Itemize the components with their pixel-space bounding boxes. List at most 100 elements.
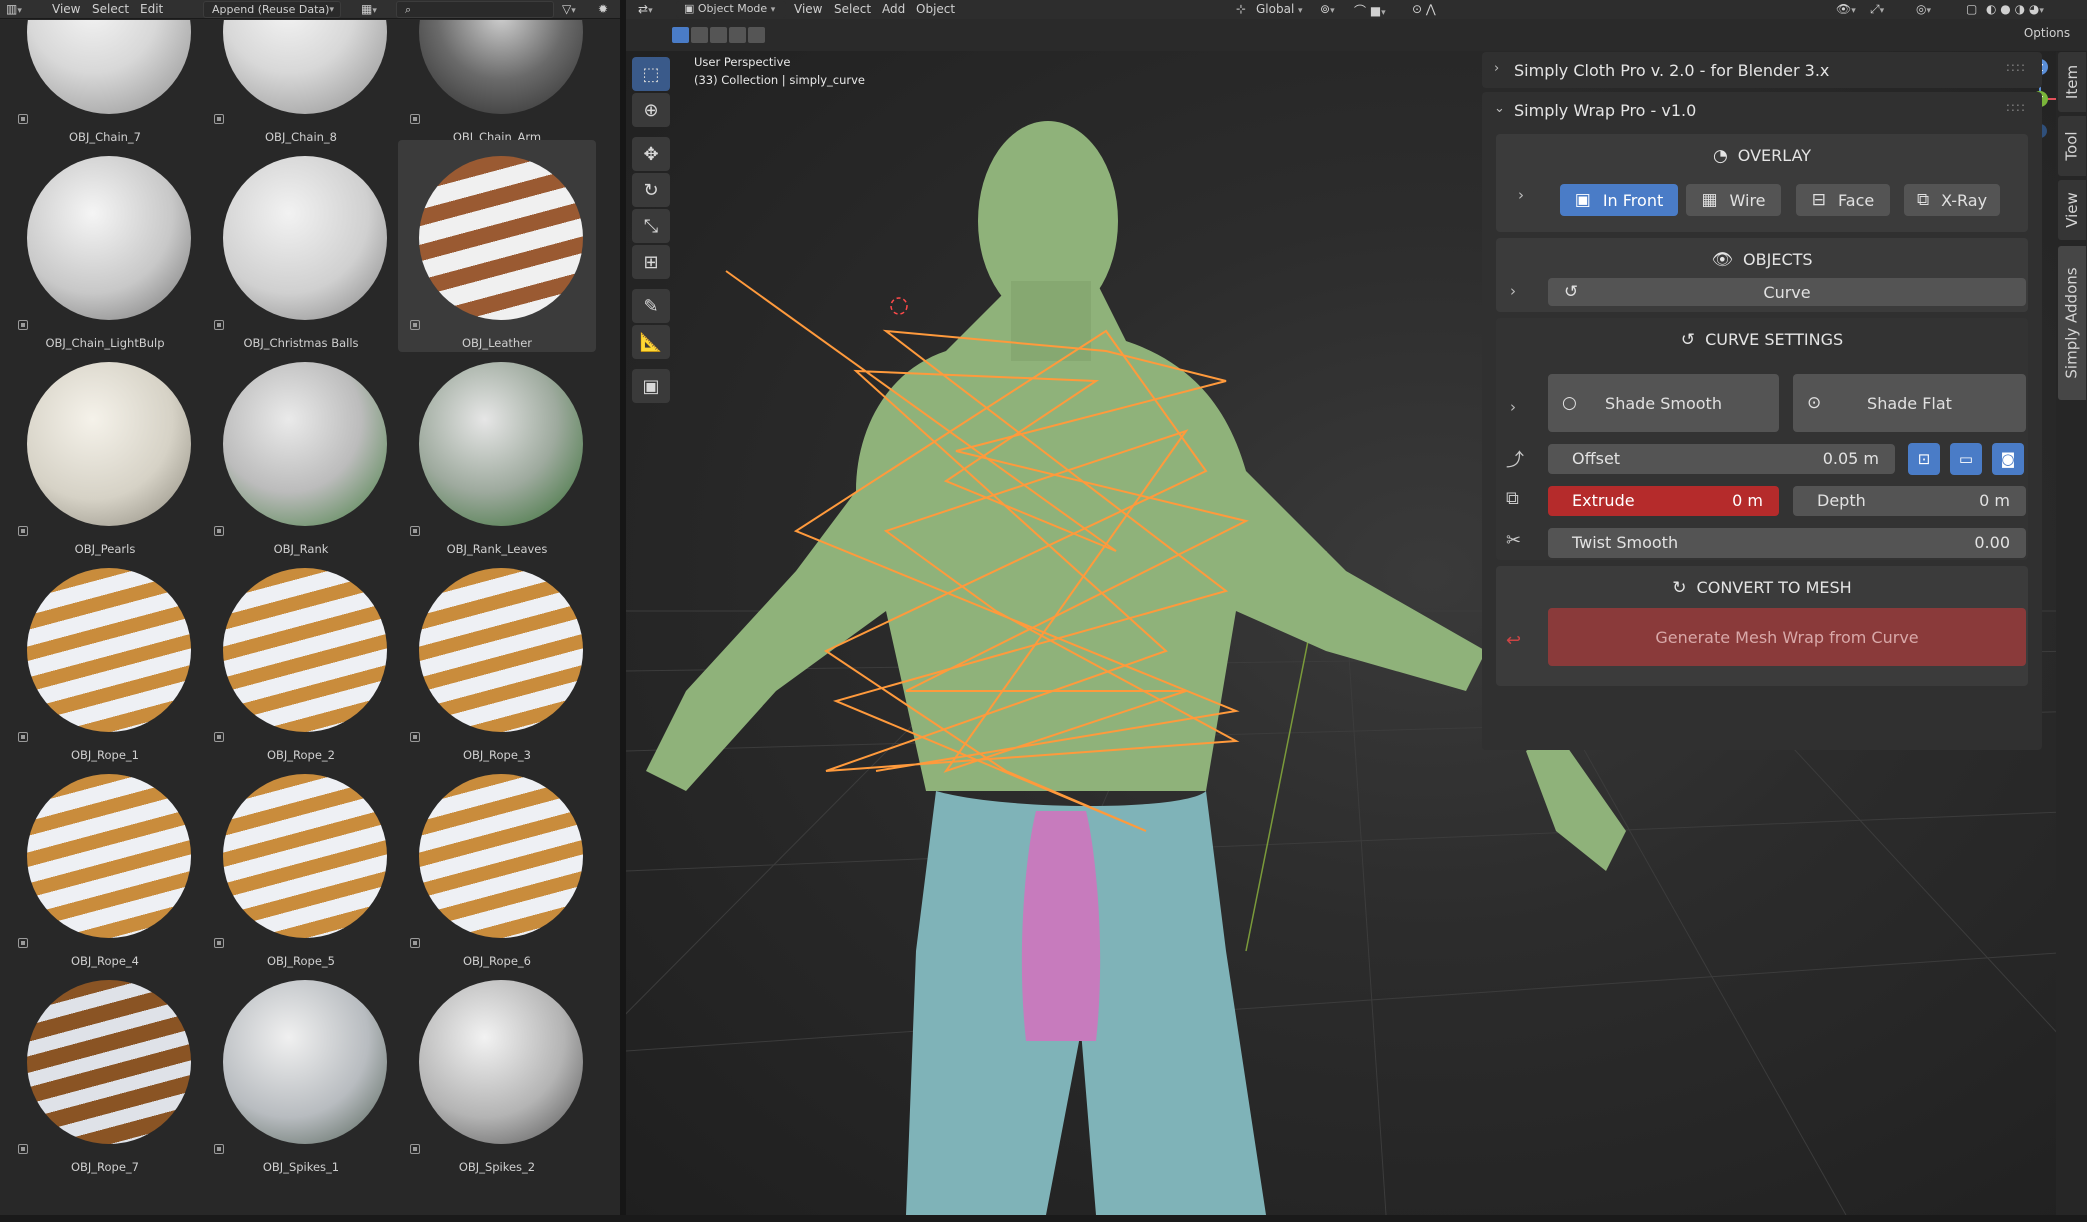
select-new-icon[interactable] <box>672 27 689 43</box>
chevron-right-icon[interactable]: › <box>1518 186 1524 204</box>
object-type-icon <box>410 526 420 536</box>
search-input[interactable]: ⌕ <box>396 1 554 18</box>
display-mode-icon[interactable]: ▦▾ <box>361 2 377 16</box>
asset-tile[interactable]: OBJ_Spikes_1 <box>202 964 400 1176</box>
chevron-right-icon[interactable]: › <box>1510 282 1516 300</box>
asset-tile[interactable]: OBJ_Rank <box>202 346 400 558</box>
depth-field[interactable]: Depth 0 m <box>1793 486 2026 516</box>
asset-thumbnail <box>27 156 191 320</box>
menu-view[interactable]: View <box>794 2 822 16</box>
extrude-field[interactable]: Extrude 0 m <box>1548 486 1779 516</box>
curve-selector[interactable]: ↺ Curve <box>1548 278 2026 306</box>
viewport-display-toggle-icon[interactable]: ▭ <box>1950 443 1982 475</box>
gizmo-toggle-icon[interactable]: ⤢▾ <box>1870 2 1884 17</box>
drag-handle-icon[interactable]: :::: <box>2006 60 2026 74</box>
convert-section: ↻ CONVERT TO MESH ↩ Generate Mesh Wrap fr… <box>1496 566 2028 686</box>
cloth-pro-panel[interactable]: › Simply Cloth Pro v. 2.0 - for Blender … <box>1482 52 2042 88</box>
scale-tool[interactable]: ⤡ <box>632 209 670 243</box>
chevron-right-icon[interactable]: › <box>1510 398 1516 416</box>
asset-tile[interactable]: OBJ_Spikes_2 <box>398 964 596 1176</box>
asset-thumbnail <box>27 980 191 1144</box>
in-front-button[interactable]: ▣ In Front <box>1560 184 1678 216</box>
overlay-icon: ◔ <box>1712 146 1728 166</box>
cloth-pro-header[interactable]: › Simply Cloth Pro v. 2.0 - for Blender … <box>1482 52 2042 88</box>
rotate-tool[interactable]: ↻ <box>632 173 670 207</box>
menu-object[interactable]: Object <box>916 2 955 16</box>
select-invert-icon[interactable] <box>729 27 746 43</box>
gear-icon[interactable]: ✹ <box>598 2 608 16</box>
tab-view[interactable]: View <box>2058 180 2086 240</box>
asset-tile[interactable]: OBJ_Rope_1 <box>6 552 204 764</box>
shade-flat-button[interactable]: ⊙ Shade Flat <box>1793 374 2026 432</box>
annotate-tool[interactable]: ✎ <box>632 289 670 323</box>
asset-tile[interactable]: OBJ_Rope_5 <box>202 758 400 970</box>
sidebar-tabs: Item Tool View Simply Addons <box>2056 52 2087 1215</box>
shade-smooth-button[interactable]: ○ Shade Smooth <box>1548 374 1779 432</box>
move-tool[interactable]: ✥ <box>632 137 670 171</box>
asset-thumbnail <box>223 156 387 320</box>
xray-button[interactable]: ⧉ X-Ray <box>1904 184 2000 216</box>
drag-handle-icon[interactable]: :::: <box>2006 100 2026 114</box>
select-extend-icon[interactable] <box>691 27 708 43</box>
filter-icon[interactable]: ▽▾ <box>562 2 576 16</box>
add-cube-tool[interactable]: ▣ <box>632 369 670 403</box>
select-subtract-icon[interactable] <box>710 27 727 43</box>
editor-type-icon[interactable]: ▥▾ <box>6 2 22 16</box>
transform-tool[interactable]: ⊞ <box>632 245 670 279</box>
cloth-pro-title: Simply Cloth Pro v. 2.0 - for Blender 3.… <box>1514 61 1830 80</box>
measure-tool[interactable]: 📐 <box>632 325 670 359</box>
face-button[interactable]: ⊟ Face <box>1796 184 1890 216</box>
asset-tile[interactable]: OBJ_Chain_8 <box>202 20 400 146</box>
menu-edit[interactable]: Edit <box>140 2 163 16</box>
pivot-icon[interactable]: ⊚▾ <box>1320 2 1335 16</box>
mode-dropdown[interactable]: ▣ Object Mode ▾ <box>676 1 786 18</box>
offset-field[interactable]: Offset 0.05 m <box>1548 444 1895 474</box>
asset-tile[interactable]: OBJ_Pearls <box>6 346 204 558</box>
asset-thumbnail <box>27 20 191 114</box>
import-method-dropdown[interactable]: Append (Reuse Data) ▾ <box>203 1 341 18</box>
twist-smooth-field[interactable]: Twist Smooth 0.00 <box>1548 528 2026 558</box>
asset-tile[interactable]: OBJ_Chain_Arm <box>398 20 596 146</box>
chevron-down-icon: ⌄ <box>1494 101 1505 116</box>
edit-mode-toggle-icon[interactable]: ⊡ <box>1908 443 1940 475</box>
asset-tile[interactable]: OBJ_Rope_2 <box>202 552 400 764</box>
shading-modes-icon[interactable]: ◐ ● ◑ ◕▾ <box>1986 2 2044 16</box>
wire-button[interactable]: ▦ Wire <box>1686 184 1781 216</box>
xray-toggle-icon[interactable]: ▢ <box>1966 2 1977 16</box>
asset-thumbnail <box>223 774 387 938</box>
wrap-pro-title: Simply Wrap Pro - v1.0 <box>1514 101 1697 120</box>
overlay-toggle-icon[interactable]: ◎▾ <box>1916 2 1931 16</box>
asset-tile[interactable]: OBJ_Rope_3 <box>398 552 596 764</box>
select-intersect-icon[interactable] <box>748 27 765 43</box>
menu-view[interactable]: View <box>52 2 80 16</box>
visibility-icon[interactable]: 👁▾ <box>1836 2 1856 16</box>
proportional-edit-icon[interactable]: ⊙ ⋀ <box>1412 2 1436 16</box>
mode-label: Object Mode <box>697 2 768 15</box>
asset-tile[interactable]: OBJ_Chain_7 <box>6 20 204 146</box>
asset-tile[interactable]: OBJ_Christmas Balls <box>202 140 400 352</box>
asset-tile[interactable]: OBJ_Chain_LightBulp <box>6 140 204 352</box>
asset-tile[interactable]: OBJ_Rank_Leaves <box>398 346 596 558</box>
orientation-dropdown[interactable]: Global <box>1256 2 1294 16</box>
object-type-icon <box>18 320 28 330</box>
editor-type-icon[interactable]: ⇄▾ <box>638 2 653 16</box>
snap-icon[interactable]: ⌒ ■▾ <box>1354 2 1386 19</box>
generate-mesh-button[interactable]: Generate Mesh Wrap from Curve <box>1548 608 2026 666</box>
asset-tile[interactable]: OBJ_Leather <box>398 140 596 352</box>
menu-add[interactable]: Add <box>882 2 905 16</box>
cursor-tool[interactable]: ⊕ <box>632 93 670 127</box>
tab-simply-addons[interactable]: Simply Addons <box>2058 246 2086 400</box>
overlay-title: ◔ OVERLAY <box>1712 146 1812 166</box>
render-camera-toggle-icon[interactable]: ◙ <box>1992 443 2024 475</box>
wrap-pro-header[interactable]: ⌄ Simply Wrap Pro - v1.0 :::: <box>1482 92 2042 128</box>
options-button[interactable]: Options <box>2014 23 2080 45</box>
asset-tile[interactable]: OBJ_Rope_4 <box>6 758 204 970</box>
menu-select[interactable]: Select <box>834 2 871 16</box>
asset-tile[interactable]: OBJ_Rope_7 <box>6 964 204 1176</box>
select-box-tool[interactable]: ⬚ <box>632 57 670 91</box>
tab-item[interactable]: Item <box>2058 52 2086 112</box>
menu-select[interactable]: Select <box>92 2 129 16</box>
tab-tool[interactable]: Tool <box>2058 116 2086 176</box>
asset-tile[interactable]: OBJ_Rope_6 <box>398 758 596 970</box>
asset-thumbnail <box>419 20 583 114</box>
